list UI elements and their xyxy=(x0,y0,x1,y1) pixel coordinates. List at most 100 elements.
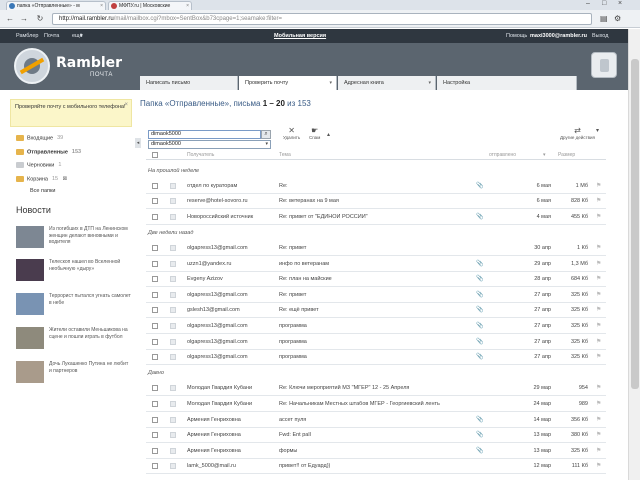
row-checkbox[interactable] xyxy=(152,463,158,469)
folder-inbox[interactable]: Входящие 39 xyxy=(16,135,63,141)
chevron-down-icon[interactable]: ▾ xyxy=(596,127,599,134)
maximize-icon[interactable]: □ xyxy=(602,0,606,7)
column-recipient[interactable]: Получатель xyxy=(187,152,214,158)
mobile-promo-banner[interactable]: Проверяйте почту с мобильного телефона! … xyxy=(10,99,132,127)
row-checkbox[interactable] xyxy=(152,214,158,220)
row-checkbox[interactable] xyxy=(152,448,158,454)
row-checkbox[interactable] xyxy=(152,183,158,189)
row-checkbox[interactable] xyxy=(152,401,158,407)
search-suggestion[interactable]: dimaok5000 ▾ xyxy=(148,140,271,149)
mail-link[interactable]: Почта xyxy=(44,29,59,43)
row-checkbox[interactable] xyxy=(152,261,158,267)
news-item[interactable]: Телескоп нашел во Вселенной необычную «д… xyxy=(16,259,131,283)
row-checkbox[interactable] xyxy=(152,417,158,423)
table-row[interactable]: olgapress13@gmail.com Re: привет 30 апр 1 К… xyxy=(146,241,606,256)
news-item[interactable]: Из погибших в ДТП на Ленинском женщин де… xyxy=(16,226,131,250)
browser-tab-news[interactable]: МФПУ.ru | Московские × xyxy=(108,1,192,10)
flag-icon[interactable]: ⚑ xyxy=(596,275,601,282)
table-row[interactable]: Армения Генриховна ассет пуля 📎 14 мар 356 К… xyxy=(146,413,606,428)
table-row[interactable]: Армения Генриховна формы 📎 13 мар 325 Кб ⚑ xyxy=(146,444,606,459)
row-checkbox[interactable] xyxy=(152,245,158,251)
logout-link[interactable]: Выход xyxy=(592,29,608,43)
table-row[interactable]: Новороссийский источник Re: привет от "ЕД… xyxy=(146,210,606,225)
row-checkbox[interactable] xyxy=(152,292,158,298)
flag-icon[interactable]: ⚑ xyxy=(596,462,601,469)
table-row[interactable]: reserve@hotel-sovoro.ru Re: ветеранах на … xyxy=(146,194,606,209)
mobile-phone-icon[interactable] xyxy=(591,52,617,78)
browser-tab-mail[interactable]: папка «Отправленные» - м × xyxy=(6,1,106,10)
rambler-logo-icon[interactable] xyxy=(14,48,50,84)
search-icon[interactable]: ⌕ xyxy=(261,130,271,139)
flag-icon[interactable]: ⚑ xyxy=(596,400,601,407)
page-menu-icon[interactable]: ▤ xyxy=(600,14,608,23)
news-item[interactable]: Жители оставили Меньшикова на сцене и по… xyxy=(16,327,131,351)
settings-tab[interactable]: Настройка xyxy=(437,76,577,90)
check-mail-tab[interactable]: Проверить почту ▾ xyxy=(239,76,337,90)
row-checkbox[interactable] xyxy=(152,385,158,391)
address-bar[interactable]: http://mail.rambler.ru/mail/mailbox.cgi?… xyxy=(52,13,592,25)
flag-icon[interactable]: ⚑ xyxy=(596,244,601,251)
search-input[interactable]: dimaok5000 xyxy=(148,130,261,139)
help-link[interactable]: Помощь xyxy=(506,29,527,43)
logo-text[interactable]: Rambler xyxy=(56,55,122,71)
wrench-icon[interactable]: ⚙ xyxy=(614,14,621,23)
table-row[interactable]: uzzn1@yandex.ru инфо по ветеранам 📎 29 апр 1… xyxy=(146,257,606,272)
delete-button[interactable]: ✕ Удалить xyxy=(283,127,300,141)
table-row[interactable]: olgapress13@gmail.com программа 📎 27 апр 325… xyxy=(146,319,606,334)
column-sent[interactable]: отправлено xyxy=(489,152,516,158)
row-checkbox[interactable] xyxy=(152,198,158,204)
scrollbar-thumb[interactable] xyxy=(631,59,639,389)
table-row[interactable]: olgapress13@gmail.com программа 📎 27 апр 325… xyxy=(146,350,606,365)
row-checkbox[interactable] xyxy=(152,432,158,438)
folder-drafts[interactable]: Черновики 1 xyxy=(16,162,61,168)
chevron-down-icon[interactable]: ▾ xyxy=(265,141,268,148)
user-email[interactable]: maxi3000@rambler.ru xyxy=(530,29,587,43)
row-checkbox[interactable] xyxy=(152,339,158,345)
table-row[interactable]: Молодая Гвардия Кубани Re: Ключи мероприя… xyxy=(146,381,606,396)
sidebar-collapse-toggle[interactable]: ◂ xyxy=(135,138,141,148)
flag-icon[interactable]: ⚑ xyxy=(596,197,601,204)
row-checkbox[interactable] xyxy=(152,276,158,282)
flag-icon[interactable]: ⚑ xyxy=(596,447,601,454)
flag-icon[interactable]: ⚑ xyxy=(596,416,601,423)
all-folders-link[interactable]: Все папки xyxy=(30,188,56,194)
compose-tab[interactable]: Написать письмо xyxy=(140,76,238,90)
row-checkbox[interactable] xyxy=(152,307,158,313)
table-row[interactable]: olgapress13@gmail.com программа 📎 27 апр 325… xyxy=(146,335,606,350)
reload-icon[interactable]: ↻ xyxy=(34,13,46,25)
news-item[interactable]: Террорист пытался угнать самолет в небе xyxy=(16,293,131,317)
flag-icon[interactable]: ⚑ xyxy=(596,182,601,189)
flag-icon[interactable]: ⚑ xyxy=(596,384,601,391)
flag-icon[interactable]: ⚑ xyxy=(596,353,601,360)
column-subject[interactable]: Тема xyxy=(279,152,291,158)
folder-trash[interactable]: Корзина 15 ⊠ xyxy=(16,176,67,182)
close-window-icon[interactable]: × xyxy=(618,0,622,7)
table-row[interactable]: Молодая Гвардия Кубани Re: Начальникам Ме… xyxy=(146,397,606,412)
chevron-down-icon[interactable]: ▾ xyxy=(80,29,83,43)
chevron-down-icon[interactable]: ▾ xyxy=(428,76,431,90)
select-all-checkbox[interactable] xyxy=(152,152,158,158)
close-tab-icon[interactable]: × xyxy=(100,2,103,10)
sort-arrow-icon[interactable]: ▾ xyxy=(543,152,546,158)
news-item[interactable]: Дочь Лукашенко Путина не любит и партнер… xyxy=(16,361,131,385)
table-row[interactable]: Армения Генриховна Fwd: Ent pall 📎 13 мар 38… xyxy=(146,428,606,443)
flag-icon[interactable]: ⚑ xyxy=(596,213,601,220)
row-checkbox[interactable] xyxy=(152,323,158,329)
table-row[interactable]: отдел по кураторам Re: 📎 6 мая 1 Мб ⚑ xyxy=(146,179,606,194)
column-size[interactable]: Размер xyxy=(558,152,575,158)
close-icon[interactable]: × xyxy=(124,101,128,109)
empty-trash-icon[interactable]: ⊠ xyxy=(63,176,68,182)
spam-button[interactable]: ☛ Спам xyxy=(309,127,320,141)
table-row[interactable]: Evgeny Azizov Re: план на майские 📎 28 апр 6… xyxy=(146,272,606,287)
mobile-version-link[interactable]: Мобильная версия xyxy=(274,29,326,43)
close-tab-icon[interactable]: × xyxy=(186,2,189,10)
row-checkbox[interactable] xyxy=(152,354,158,360)
table-row[interactable]: lamk_5000@mail.ru привет!! от Едуард)) 12 … xyxy=(146,459,606,474)
minimize-icon[interactable]: – xyxy=(586,0,590,7)
other-actions-button[interactable]: ⇄ Другие действия xyxy=(560,127,595,141)
table-row[interactable]: olgapress13@gmail.com Re: привет 📎 27 апр 32… xyxy=(146,288,606,303)
chevron-up-icon[interactable]: ▴ xyxy=(327,131,330,138)
chevron-down-icon[interactable]: ▾ xyxy=(329,76,332,90)
folder-sent[interactable]: Отправленные 153 xyxy=(16,149,81,155)
back-arrow-icon[interactable]: ← xyxy=(4,13,16,25)
